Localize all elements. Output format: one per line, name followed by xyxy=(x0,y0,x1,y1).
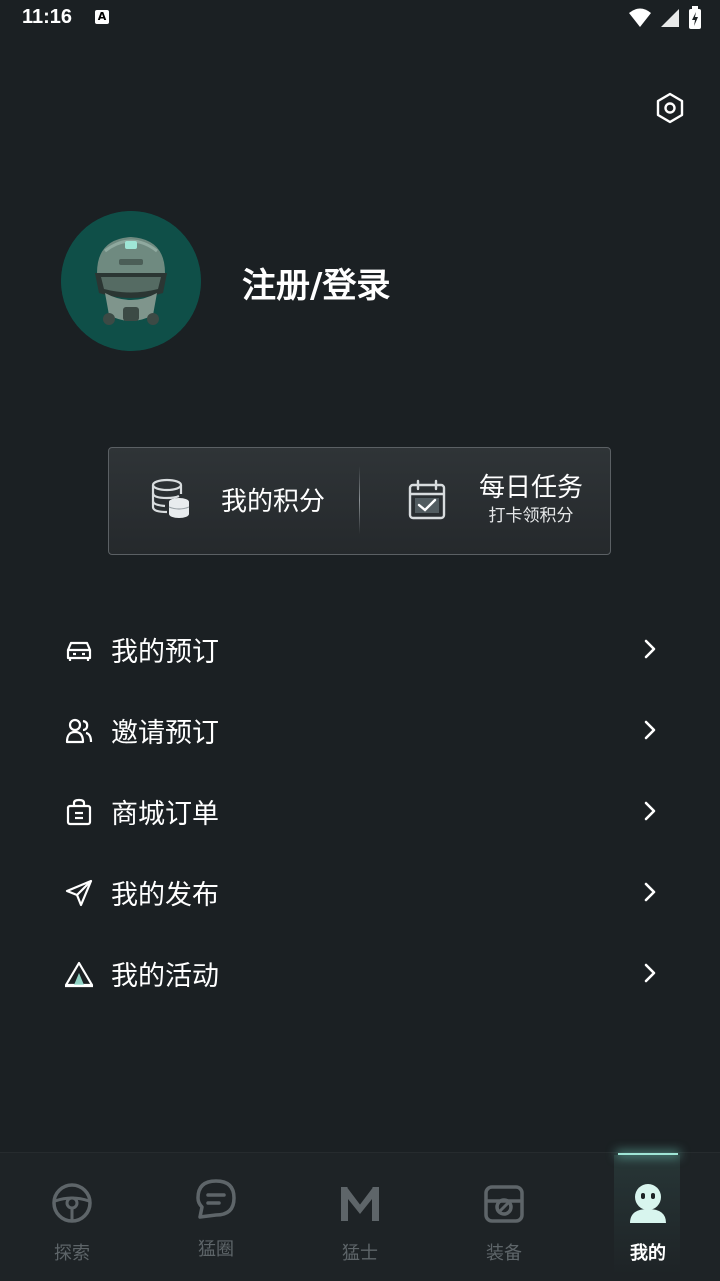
tab-mengshi[interactable]: 猛士 xyxy=(288,1153,432,1281)
steering-wheel-icon xyxy=(52,1183,92,1223)
tab-equipment[interactable]: 装备 xyxy=(432,1153,576,1281)
menu-item-label: 我的发布 xyxy=(111,880,219,911)
chat-bubble-icon xyxy=(196,1179,236,1219)
brand-logo-icon xyxy=(341,1186,379,1221)
bottom-nav: 探索 猛圈 猛士 装备 我的 xyxy=(0,1152,720,1281)
menu-item-mall-orders[interactable]: 商城订单 xyxy=(0,771,720,852)
wifi-icon xyxy=(629,8,651,27)
daily-tasks-button[interactable]: 每日任务 打卡领积分 xyxy=(405,472,583,528)
menu-item-my-bookings[interactable]: 我的预订 xyxy=(0,609,720,690)
tent-icon xyxy=(64,961,94,988)
daily-tasks-title: 每日任务 xyxy=(479,473,584,503)
card-divider xyxy=(359,466,360,534)
hexagon-settings-icon xyxy=(656,92,684,124)
shopping-bag-icon xyxy=(66,798,92,826)
signal-icon xyxy=(661,9,679,27)
tab-label: 探索 xyxy=(54,1243,90,1264)
login-link[interactable]: 注册/登录 xyxy=(242,258,390,307)
tab-circle[interactable]: 猛圈 xyxy=(144,1153,288,1281)
helmet-avatar-icon xyxy=(61,211,201,351)
menu-item-label: 邀请预订 xyxy=(111,718,219,749)
database-coins-icon xyxy=(151,478,190,518)
menu-list: 我的预订 邀请预订 商城订单 我的发布 我的活动 xyxy=(0,609,720,1014)
menu-item-label: 我的预订 xyxy=(111,637,219,668)
status-bar: 11:16 A xyxy=(0,0,720,40)
tab-explore[interactable]: 探索 xyxy=(0,1153,144,1281)
my-points-button[interactable]: 我的积分 xyxy=(149,476,325,522)
car-icon xyxy=(66,641,92,661)
menu-item-invite-bookings[interactable]: 邀请预订 xyxy=(0,690,720,771)
avatar[interactable] xyxy=(61,211,201,351)
daily-tasks-text: 每日任务 打卡领积分 xyxy=(479,472,583,528)
tab-label: 我的 xyxy=(630,1243,666,1264)
calendar-check-icon xyxy=(408,479,446,520)
settings-button[interactable] xyxy=(652,90,688,126)
send-icon xyxy=(65,879,93,907)
menu-item-my-posts[interactable]: 我的发布 xyxy=(0,852,720,933)
chevron-right-icon xyxy=(644,639,656,659)
tab-label: 装备 xyxy=(486,1243,522,1264)
points-card: 我的积分 每日任务 打卡领积分 xyxy=(108,447,611,555)
my-points-label: 我的积分 xyxy=(221,486,326,517)
menu-item-label: 我的活动 xyxy=(111,961,219,992)
tab-label: 猛士 xyxy=(342,1243,378,1264)
notification-icon: A xyxy=(95,10,109,24)
battery-icon xyxy=(689,6,701,29)
chevron-right-icon xyxy=(644,882,656,902)
tab-mine[interactable]: 我的 xyxy=(576,1153,720,1281)
menu-item-my-activities[interactable]: 我的活动 xyxy=(0,933,720,1014)
daily-tasks-subtitle: 打卡领积分 xyxy=(488,506,574,526)
tab-label: 猛圈 xyxy=(198,1239,234,1260)
chevron-right-icon xyxy=(644,963,656,983)
menu-item-label: 商城订单 xyxy=(111,799,219,830)
users-icon xyxy=(65,718,93,744)
status-time: 11:16 xyxy=(22,6,73,28)
chevron-right-icon xyxy=(644,720,656,740)
chevron-right-icon xyxy=(644,801,656,821)
status-icons xyxy=(628,6,702,30)
profile-icon xyxy=(630,1184,666,1223)
equipment-icon xyxy=(484,1185,524,1223)
